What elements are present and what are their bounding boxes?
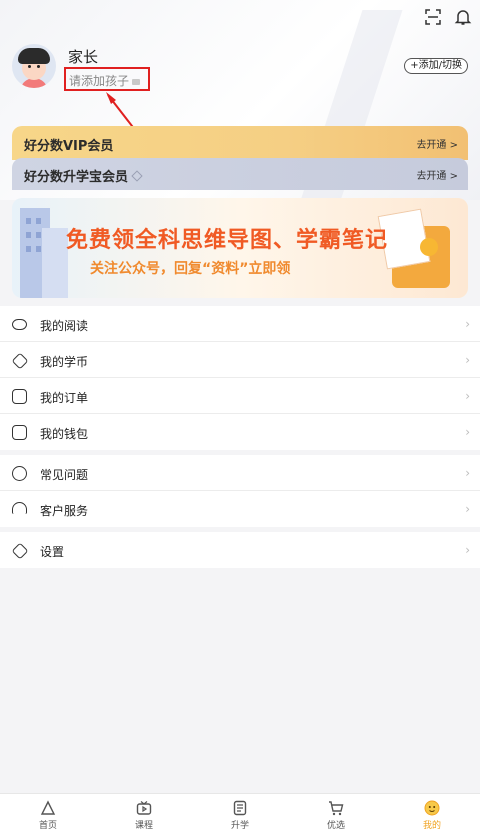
menu-label: 我的订单 (40, 391, 89, 405)
menu-group-settings: 设置 › (0, 532, 480, 568)
chevron-right-icon: › (465, 466, 470, 480)
tab-course[interactable]: 课程 (96, 794, 192, 834)
add-child-link[interactable]: 请添加孩子 (64, 67, 150, 91)
menu-label: 客户服务 (40, 504, 89, 518)
cart-icon (328, 800, 344, 816)
edit-icon (132, 78, 141, 85)
menu-item-faq[interactable]: 常见问题 › (0, 455, 480, 491)
vip-title: 好分数VIP会员 (24, 139, 114, 154)
tab-label: 首页 (38, 821, 57, 831)
menu-group-account: 我的阅读 › 我的学币 › 我的订单 › 我的钱包 › (0, 306, 480, 450)
menu-group-support: 常见问题 › 客户服务 › (0, 455, 480, 527)
banner-headline: 免费领全科思维导图、学霸笔记 (66, 228, 389, 253)
diamond-icon (131, 170, 143, 182)
shengxue-vip-card[interactable]: 好分数升学宝会员 去开通 > (12, 158, 468, 190)
menu-item-coins[interactable]: 我的学币 › (0, 342, 480, 378)
menu-label: 我的钱包 (40, 427, 89, 441)
scan-icon[interactable] (424, 8, 442, 26)
user-name: 家长 (68, 48, 99, 66)
menu-item-customer-service[interactable]: 客户服务 › (0, 491, 480, 527)
add-child-label: 请添加孩子 (69, 74, 130, 88)
menu-label: 常见问题 (40, 468, 89, 482)
chevron-right-icon: › (465, 353, 470, 367)
tab-home[interactable]: 首页 (0, 794, 96, 834)
headset-icon (12, 502, 27, 514)
vip-card[interactable]: 好分数VIP会员 去开通 > (12, 126, 468, 160)
tab-shengxue[interactable]: 升学 (192, 794, 288, 834)
menu-label: 我的阅读 (40, 319, 89, 333)
chevron-right-icon: › (465, 425, 470, 439)
eye-icon (12, 319, 27, 330)
profile-icon (424, 800, 440, 816)
avatar[interactable] (12, 44, 56, 88)
wallet-icon (12, 425, 27, 440)
coin-illustration (420, 238, 438, 256)
shengxue-open-button[interactable]: 去开通 > (416, 167, 458, 182)
course-tv-icon (136, 800, 152, 816)
chevron-right-icon: › (465, 543, 470, 557)
tab-mine[interactable]: 我的 (384, 794, 480, 834)
chevron-right-icon: › (465, 389, 470, 403)
building-illustration-2 (42, 228, 68, 298)
tab-label: 课程 (134, 821, 153, 831)
home-icon (40, 800, 56, 816)
vip-open-button[interactable]: 去开通 > (416, 136, 458, 151)
coin-icon (11, 352, 29, 370)
menu-item-settings[interactable]: 设置 › (0, 532, 480, 568)
tab-label: 优选 (326, 821, 345, 831)
menu-label: 我的学币 (40, 355, 89, 369)
notification-bell-icon[interactable] (454, 8, 472, 26)
shengxue-title: 好分数升学宝会员 (24, 166, 143, 185)
chevron-right-icon: › (465, 502, 470, 516)
add-switch-button[interactable]: +添加/切换 (404, 58, 468, 74)
tab-label: 我的 (422, 821, 441, 831)
menu-item-orders[interactable]: 我的订单 › (0, 378, 480, 414)
tab-youxuan[interactable]: 优选 (288, 794, 384, 834)
menu-item-reading[interactable]: 我的阅读 › (0, 306, 480, 342)
settings-icon (11, 542, 29, 560)
order-icon (12, 389, 27, 404)
promo-banner[interactable]: 免费领全科思维导图、学霸笔记 关注公众号，回复“资料”立即领 (12, 198, 468, 298)
chevron-right-icon: › (465, 317, 470, 331)
banner-subline: 关注公众号，回复“资料”立即领 (90, 261, 291, 277)
document-icon (232, 800, 248, 816)
menu-item-wallet[interactable]: 我的钱包 › (0, 414, 480, 450)
question-icon (12, 466, 27, 481)
menu-label: 设置 (40, 545, 65, 559)
top-icons (424, 8, 472, 26)
tab-label: 升学 (230, 821, 249, 831)
bottom-tab-bar: 首页 课程 升学 优选 我的 (0, 793, 480, 834)
